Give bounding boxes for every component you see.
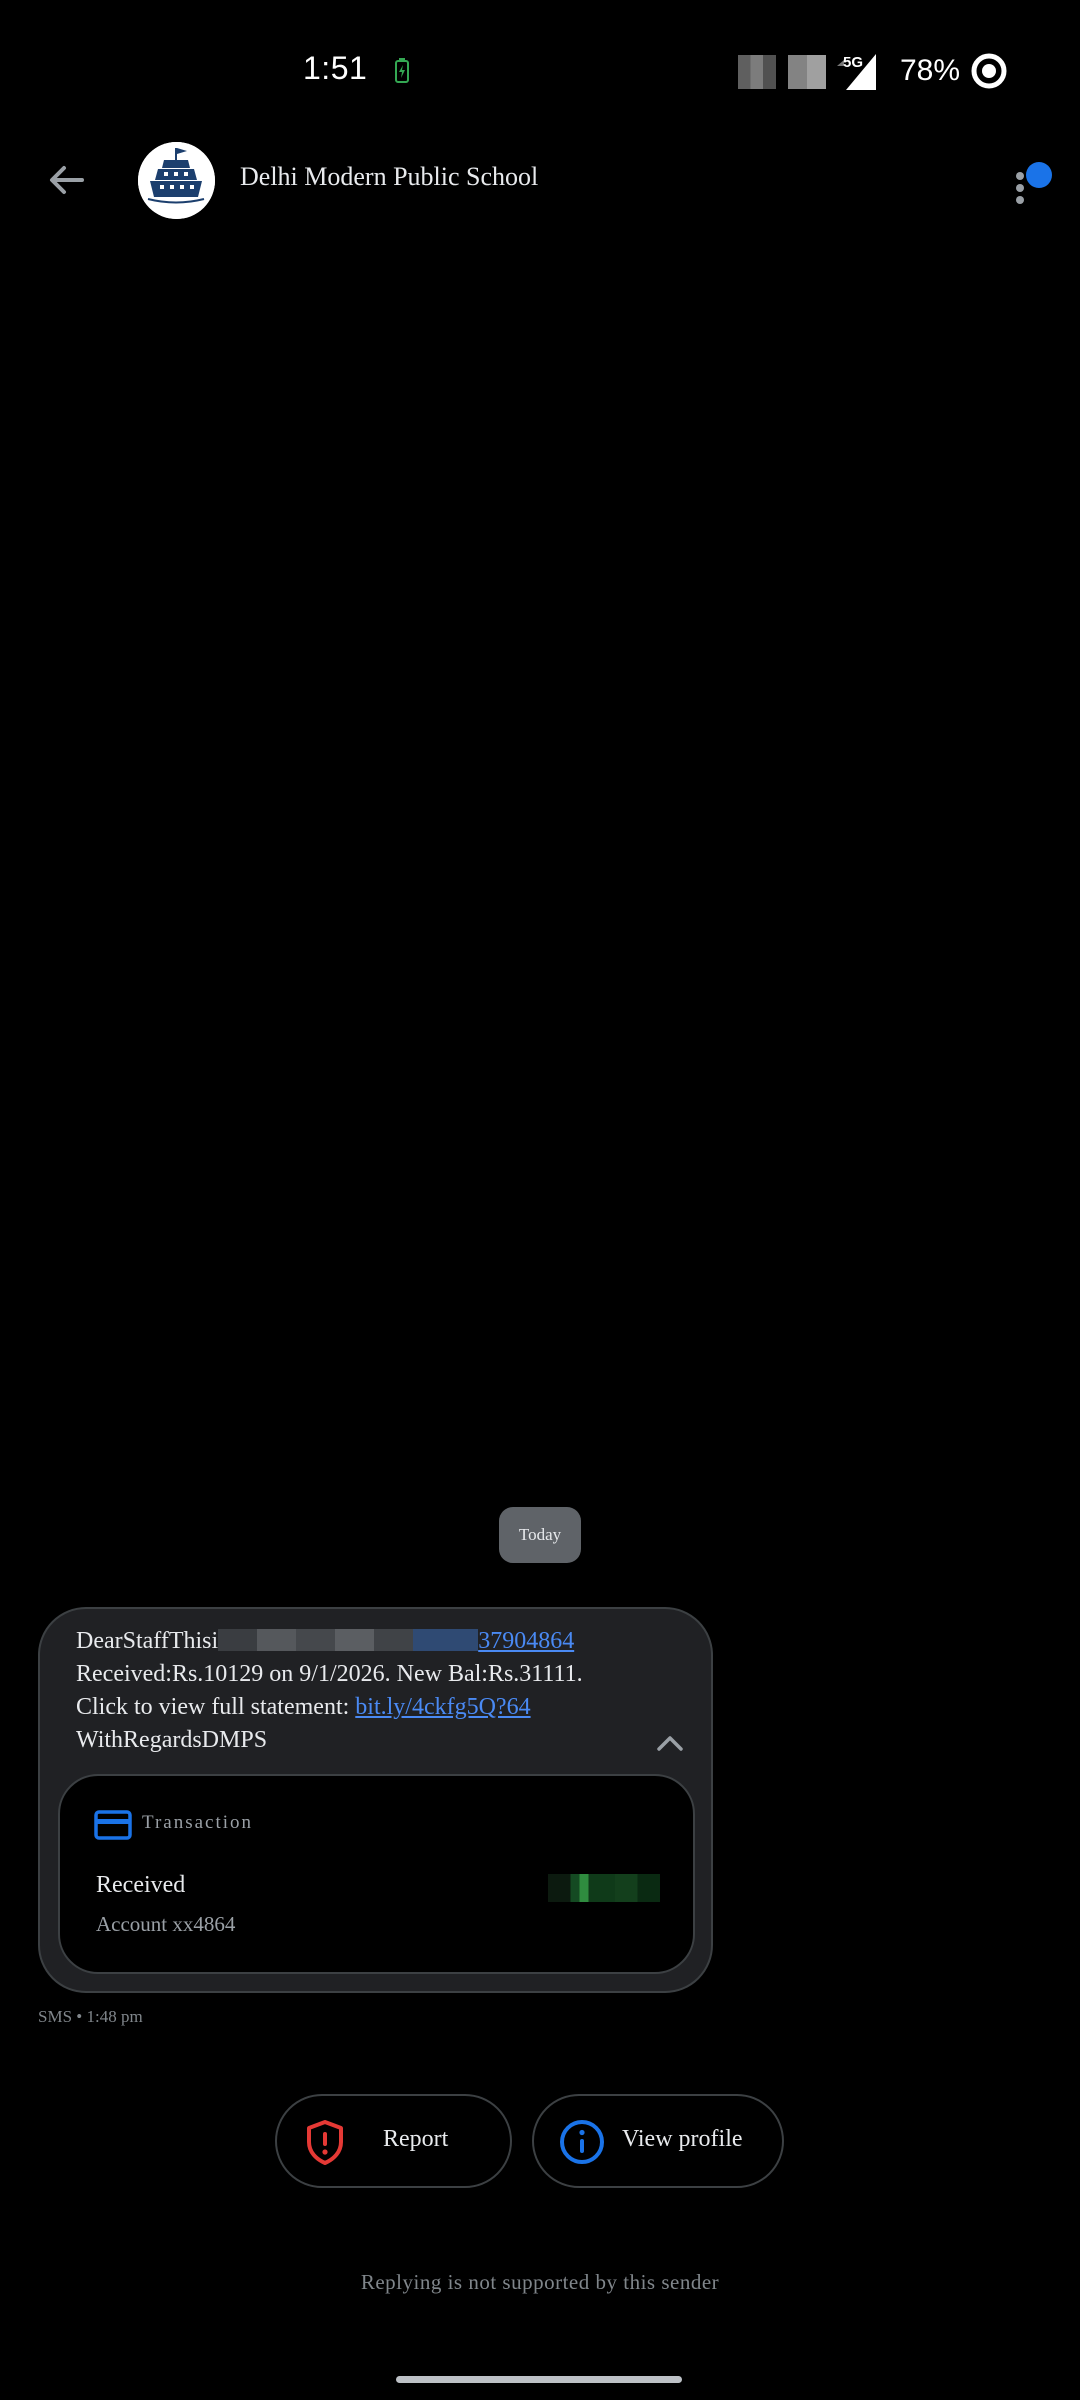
- message-text: DearStaffThisi 37904864 Received:Rs.10129…: [76, 1625, 636, 1757]
- avatar[interactable]: [138, 142, 215, 219]
- collapse-button[interactable]: [648, 1721, 692, 1765]
- chevron-up-icon: [657, 1736, 683, 1751]
- card-label: Transaction: [142, 1812, 254, 1833]
- message-line-4: WithRegardsDMPS: [76, 1727, 268, 1753]
- account-number: Account xx4864: [96, 1912, 236, 1936]
- message-link-number[interactable]: 37904864: [478, 1628, 574, 1654]
- message-line-3: Click to view full statement:: [76, 1694, 356, 1720]
- back-button[interactable]: [40, 154, 92, 206]
- info-icon: [560, 2120, 604, 2164]
- shield-alert-icon: [307, 2120, 343, 2165]
- message-timestamp: SMS • 1:48 pm: [38, 2007, 143, 2026]
- home-indicator[interactable]: [396, 2376, 682, 2383]
- reply-not-supported-note: Replying is not supported by this sender: [360, 2270, 720, 2294]
- battery-percent: 78%: [900, 54, 961, 87]
- transaction-title: Received: [96, 1872, 186, 1898]
- view-profile-label: View profile: [622, 2126, 743, 2152]
- transaction-card[interactable]: Transaction Received Account xx4864: [58, 1774, 695, 1974]
- notification-icon: [788, 55, 826, 89]
- more-vert-dot: [1016, 196, 1024, 204]
- message-line-2: Received:Rs.10129 on 9/1/2026. New Bal:R…: [76, 1661, 583, 1687]
- status-bar: 1:51 5G 78%: [0, 0, 1080, 140]
- report-label: Report: [383, 2126, 449, 2152]
- date-chip: Today: [499, 1507, 581, 1563]
- ring-status-icon: [971, 53, 1007, 89]
- message-line-1: DearStaffThisi: [76, 1628, 219, 1654]
- notification-badge: [1026, 162, 1052, 188]
- view-profile-button[interactable]: View profile: [532, 2094, 784, 2188]
- battery-charging-icon: [395, 58, 409, 83]
- contact-name[interactable]: Delhi Modern Public School: [240, 162, 538, 192]
- more-vert-icon: [1016, 172, 1024, 180]
- status-time: 1:51: [303, 50, 368, 86]
- arrow-back-icon: [50, 166, 84, 194]
- statement-link[interactable]: bit.ly/4ckfg5Q?64: [355, 1694, 530, 1720]
- message-bubble[interactable]: DearStaffThisi 37904864 Received:Rs.10129…: [38, 1607, 713, 1993]
- more-vert-dot: [1016, 184, 1024, 192]
- network-type-label: 5G: [843, 54, 864, 71]
- redacted-text: [218, 1629, 479, 1651]
- more-options-button[interactable]: [1008, 150, 1052, 210]
- credit-card-icon: [94, 1810, 132, 1840]
- report-button[interactable]: Report: [275, 2094, 512, 2188]
- conversation-header: Delhi Modern Public School: [0, 140, 1080, 220]
- notification-icon: [738, 55, 776, 89]
- school-logo-icon: [138, 142, 215, 219]
- redacted-amount: [548, 1874, 660, 1902]
